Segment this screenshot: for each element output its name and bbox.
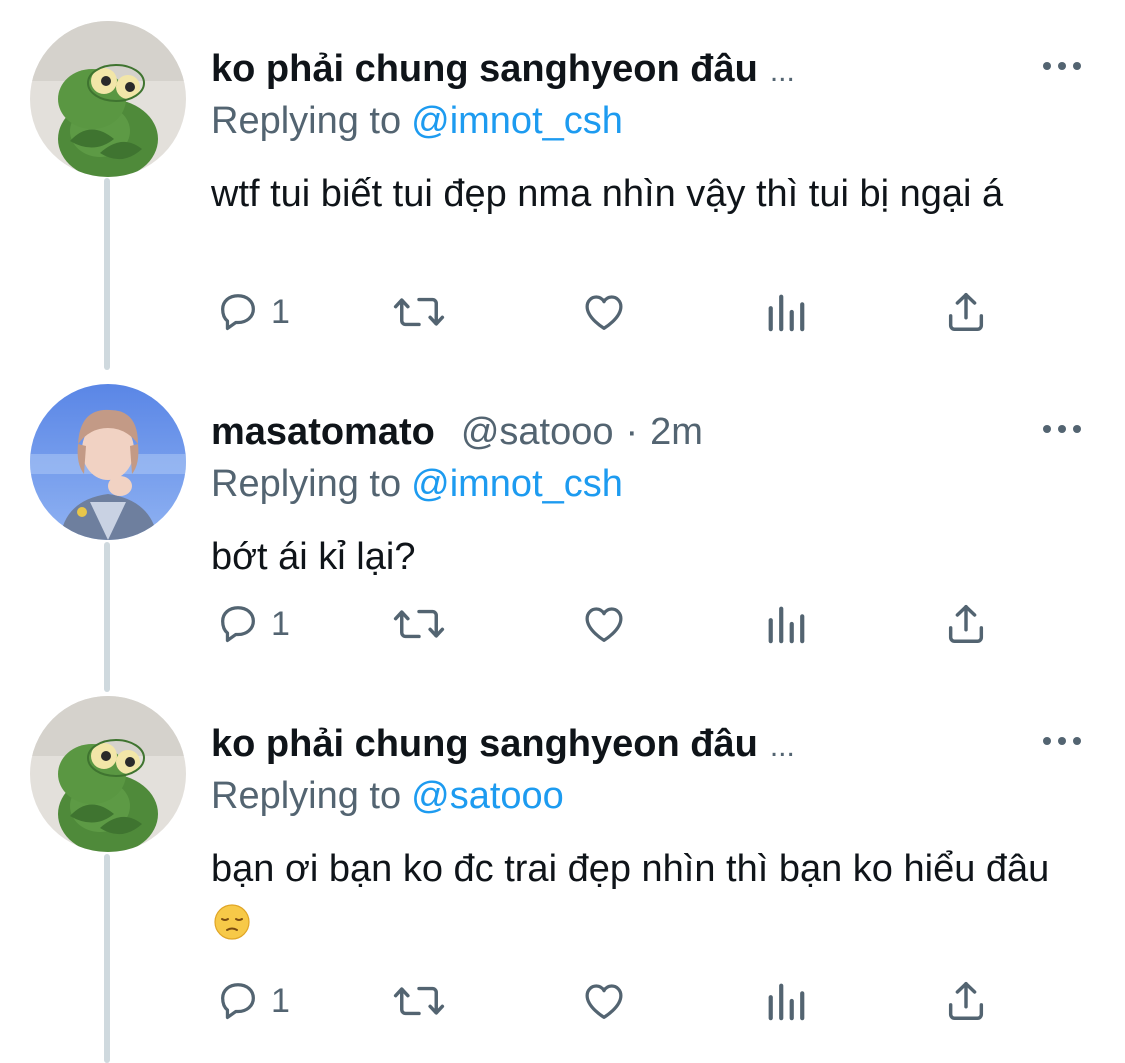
like-button[interactable] <box>581 287 627 337</box>
action-bar: 1 <box>211 976 1001 1026</box>
heart-icon <box>585 295 623 330</box>
reply-icon <box>221 294 255 331</box>
share-button[interactable] <box>943 976 989 1026</box>
retweet-button[interactable] <box>391 599 447 649</box>
display-name[interactable]: masatomato <box>211 411 435 453</box>
tweet[interactable]: masatomato @satooo · 2m Replying to @imnot_c… <box>0 384 1125 684</box>
action-bar: 1 <box>211 287 1001 337</box>
reply-count: 1 <box>271 604 290 643</box>
action-bar: 1 <box>211 599 1001 649</box>
share-icon <box>948 293 984 331</box>
tweet[interactable]: ko phải chung sanghyeon đâu... Replying … <box>0 21 1125 361</box>
replying-handle-link[interactable]: @imnot_csh <box>411 100 623 142</box>
name-ellipsis: ... <box>769 730 795 763</box>
views-button[interactable] <box>765 976 807 1026</box>
share-icon <box>948 982 984 1020</box>
views-icon <box>768 983 805 1021</box>
display-name[interactable]: ko phải chung sanghyeon đâu <box>211 48 758 90</box>
retweet-button[interactable] <box>391 287 447 337</box>
replying-handle-link[interactable]: @satooo <box>411 775 564 817</box>
replying-prefix: Replying to <box>211 775 402 817</box>
replying-handle-link[interactable]: @imnot_csh <box>411 463 623 505</box>
separator-dot: · <box>625 411 639 453</box>
reply-count: 1 <box>271 292 290 331</box>
tweet-text-body: bạn ơi bạn ko đc trai đẹp nhìn thì bạn k… <box>211 848 1050 890</box>
person-photo-avatar <box>30 384 186 540</box>
heart-icon <box>585 984 623 1019</box>
views-button[interactable] <box>765 287 807 337</box>
retweet-icon <box>393 297 445 327</box>
views-icon <box>768 606 805 644</box>
more-options-icon[interactable] <box>1043 424 1081 434</box>
frog-plush-avatar <box>30 21 186 177</box>
replying-to: Replying to @satooo <box>211 774 564 818</box>
share-button[interactable] <box>943 287 989 337</box>
reply-button[interactable]: 1 <box>215 599 290 649</box>
retweet-icon <box>393 986 445 1016</box>
timestamp[interactable]: 2m <box>650 411 703 453</box>
views-icon <box>768 294 805 332</box>
name-ellipsis: ... <box>769 55 795 88</box>
reply-button[interactable]: 1 <box>215 287 290 337</box>
tweet-header: masatomato @satooo · 2m <box>211 410 703 454</box>
retweet-icon <box>393 609 445 639</box>
user-handle[interactable]: @satooo <box>461 411 614 453</box>
more-options-icon[interactable] <box>1043 736 1081 746</box>
heart-icon <box>585 607 623 642</box>
avatar[interactable] <box>30 384 186 540</box>
replying-to: Replying to @imnot_csh <box>211 99 623 143</box>
share-button[interactable] <box>943 599 989 649</box>
frog-plush-avatar <box>30 696 186 852</box>
retweet-button[interactable] <box>391 976 447 1026</box>
tweet-text: wtf tui biết tui đẹp nma nhìn vậy thì tu… <box>211 173 1004 215</box>
avatar[interactable] <box>30 21 186 177</box>
tweet-text: bớt ái kỉ lại? <box>211 536 416 578</box>
like-button[interactable] <box>581 976 627 1026</box>
replying-prefix: Replying to <box>211 100 402 142</box>
replying-to: Replying to @imnot_csh <box>211 462 623 506</box>
tweet[interactable]: ko phải chung sanghyeon đâu... Replying … <box>0 696 1125 1063</box>
tweet-header: ko phải chung sanghyeon đâu... <box>211 722 795 766</box>
share-icon <box>948 605 984 643</box>
reply-icon <box>221 983 255 1020</box>
reply-button[interactable]: 1 <box>215 976 290 1026</box>
like-button[interactable] <box>581 599 627 649</box>
pensive-face-emoji <box>213 902 251 956</box>
display-name[interactable]: ko phải chung sanghyeon đâu <box>211 723 758 765</box>
reply-count: 1 <box>271 981 290 1020</box>
avatar[interactable] <box>30 696 186 852</box>
replying-prefix: Replying to <box>211 463 402 505</box>
reply-icon <box>221 606 255 643</box>
views-button[interactable] <box>765 599 807 649</box>
tweet-header: ko phải chung sanghyeon đâu... <box>211 47 795 91</box>
more-options-icon[interactable] <box>1043 61 1081 71</box>
tweet-text: bạn ơi bạn ko đc trai đẹp nhìn thì bạn k… <box>211 842 1071 956</box>
